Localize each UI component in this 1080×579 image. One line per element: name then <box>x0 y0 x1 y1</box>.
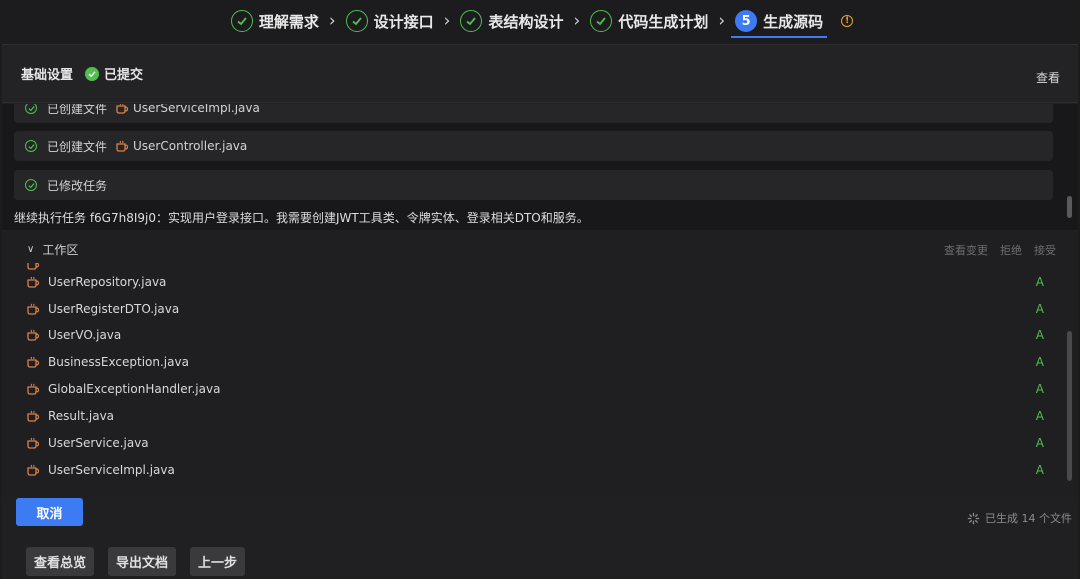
file-status: A <box>1035 382 1044 396</box>
info-icon[interactable]: ! <box>841 15 854 27</box>
file-status: A <box>1035 436 1044 450</box>
file-name: BusinessException.java <box>48 355 189 369</box>
list-item[interactable]: UserRepository.java A <box>26 269 1056 295</box>
footer-actions: 查看总览 导出文档 上一步 <box>26 547 246 576</box>
step-codegen-plan[interactable]: 代码生成计划 <box>586 0 712 42</box>
check-icon <box>345 10 368 32</box>
main-panel: 基础设置 已提交 查看 已创建文件 UserServiceImpl.java 已… <box>2 44 1078 579</box>
log-file-name[interactable]: UserServiceImpl.java <box>133 104 260 115</box>
step-design-api[interactable]: 设计接口 <box>342 0 438 42</box>
file-name: Result.java <box>48 409 115 423</box>
file-name: UserRegisterDTO.java <box>48 302 180 316</box>
overview-button[interactable]: 查看总览 <box>26 547 95 576</box>
file-name: UserService.java <box>48 436 149 450</box>
check-icon <box>460 10 483 32</box>
step-label: 设计接口 <box>373 12 434 31</box>
generation-status: 已生成 14 个文件 <box>967 510 1072 526</box>
file-status: A <box>1035 302 1044 316</box>
step-label: 生成源码 <box>763 12 824 31</box>
list-item[interactable]: Result.java A <box>26 403 1056 429</box>
previous-step-button[interactable]: 上一步 <box>190 547 246 576</box>
chevron-right-icon: › <box>443 11 451 31</box>
check-circle-icon <box>85 66 100 81</box>
check-circle-icon <box>25 104 37 114</box>
file-name: UserRepository.java <box>48 275 167 289</box>
step-table-design[interactable]: 表结构设计 <box>456 0 567 42</box>
file-name: UserVO.java <box>48 328 122 342</box>
step-understand-requirements[interactable]: 理解需求 <box>227 0 323 42</box>
list-item[interactable]: GlobalExceptionHandler.java A <box>26 376 1056 402</box>
java-file-icon <box>115 104 129 115</box>
java-file-icon <box>115 139 129 153</box>
log-item: 已创建文件 UserController.java <box>14 131 1053 161</box>
chevron-right-icon: › <box>328 11 336 31</box>
workspace-title: 工作区 <box>42 243 79 257</box>
log-text: 已创建文件 <box>47 104 108 116</box>
workspace-scrollbar[interactable] <box>1067 331 1072 481</box>
reject-button[interactable]: 拒绝 <box>1000 242 1022 258</box>
workspace: ∨ 工作区 查看变更 拒绝 接受 UserRepository.java A U… <box>2 231 1078 497</box>
list-item[interactable]: BusinessException.java A <box>26 349 1056 375</box>
check-icon <box>230 10 253 32</box>
task-description: 继续执行任务 f6G7h8I9j0：实现用户登录接口。我需要创建JWT工具类、令… <box>14 211 589 225</box>
log-item: 已修改任务 <box>14 170 1053 200</box>
status-badge: 已提交 <box>104 68 144 83</box>
java-file-icon <box>26 328 40 342</box>
file-status: A <box>1035 409 1044 423</box>
view-link[interactable]: 查看 <box>1036 69 1060 86</box>
file-name: GlobalExceptionHandler.java <box>48 382 221 396</box>
list-item[interactable]: UserServiceImpl.java A <box>26 457 1056 483</box>
workspace-actions: 查看变更 拒绝 接受 <box>944 242 1056 258</box>
java-file-icon <box>26 382 40 396</box>
export-doc-button[interactable]: 导出文档 <box>108 547 177 576</box>
step-generate-source[interactable]: 5 生成源码 <box>731 0 828 42</box>
accept-button[interactable]: 接受 <box>1034 242 1056 258</box>
list-item[interactable]: UserVO.java A <box>26 322 1056 348</box>
java-file-icon <box>26 436 40 450</box>
file-status: A <box>1035 328 1044 342</box>
log-file-name[interactable]: UserController.java <box>133 139 247 153</box>
log-text: 已修改任务 <box>47 178 108 193</box>
log-text: 已创建文件 <box>47 139 108 154</box>
step-label: 理解需求 <box>258 12 319 31</box>
check-circle-icon <box>25 140 37 152</box>
check-icon <box>590 10 613 32</box>
java-file-icon <box>26 409 40 423</box>
log-scrollbar[interactable] <box>1067 196 1072 218</box>
loading-spinner-icon <box>967 512 980 524</box>
java-file-icon <box>26 355 40 369</box>
stepper: 理解需求 › 设计接口 › 表结构设计 › 代码生成计划 › 5 生成源码 ! <box>0 0 1080 42</box>
cancel-button[interactable]: 取消 <box>16 498 83 526</box>
step-number: 5 <box>735 10 758 32</box>
java-file-icon <box>26 302 40 316</box>
file-name: UserServiceImpl.java <box>48 463 175 477</box>
file-list[interactable]: UserRepository.java A UserRegisterDTO.ja… <box>2 263 1078 495</box>
java-file-icon <box>26 275 40 289</box>
workspace-toggle[interactable]: ∨ 工作区 <box>27 241 78 258</box>
chevron-right-icon: › <box>718 11 726 31</box>
list-item[interactable]: UserRegisterDTO.java A <box>26 296 1056 322</box>
list-item[interactable]: UserService.java A <box>26 430 1056 456</box>
file-status: A <box>1035 355 1044 369</box>
panel-header: 基础设置 已提交 查看 <box>2 45 1078 103</box>
view-changes-button[interactable]: 查看变更 <box>944 242 988 258</box>
check-circle-icon <box>25 179 37 191</box>
generated-count: 已生成 14 个文件 <box>985 512 1072 525</box>
step-label: 代码生成计划 <box>618 12 709 31</box>
step-label: 表结构设计 <box>488 12 564 31</box>
chevron-down-icon: ∨ <box>27 244 35 255</box>
java-file-icon <box>26 463 40 477</box>
file-status: A <box>1035 463 1044 477</box>
log-item: 已创建文件 UserServiceImpl.java <box>14 104 1053 123</box>
chevron-right-icon: › <box>573 11 581 31</box>
file-status: A <box>1035 275 1044 289</box>
panel-title: 基础设置 <box>21 68 74 83</box>
